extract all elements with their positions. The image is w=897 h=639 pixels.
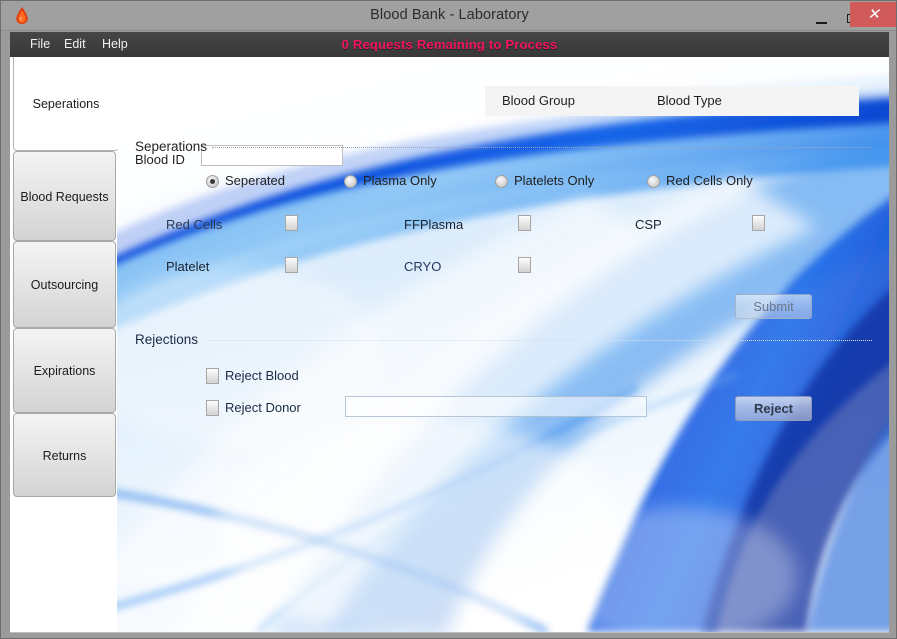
csp-label: CSP [635,217,662,232]
blood-group-column-header: Blood Group [502,93,575,108]
sidebar-item-outsourcing[interactable]: Outsourcing [13,241,116,328]
menu-item-edit[interactable]: Edit [56,32,94,57]
checkbox-cryo[interactable] [518,257,531,273]
submit-button[interactable]: Submit [735,294,812,319]
sidebar-item-expirations[interactable]: Expirations [13,328,116,413]
checkbox-red-cells[interactable] [285,215,298,231]
requests-remaining-banner: 0 Requests Remaining to Process [341,37,558,52]
sidebar-item-label: Outsourcing [30,278,99,292]
radio-unselected-icon [647,175,660,188]
radio-selected-icon [206,175,219,188]
radio-label: Red Cells Only [666,173,753,188]
window-title: Blood Bank - Laboratory [370,7,529,23]
radio-unselected-icon [495,175,508,188]
sidebar-item-label: Returns [42,449,87,463]
radio-label: Plasma Only [363,173,437,188]
minimize-icon [816,21,827,24]
platelet-label: Platelet [166,259,210,274]
sidebar-item-label: Expirations [33,364,96,378]
blood-id-label: Blood ID [135,152,185,167]
rejections-group-divider [209,340,872,341]
close-button[interactable]: ✕ [850,2,896,27]
menu-bar: File Edit Help 0 Requests Remaining to P… [10,32,889,57]
sidebar-item-label: Blood Requests [20,190,109,204]
minimize-button[interactable] [806,2,837,27]
red-cells-label: Red Cells [166,217,223,232]
sidebar-tab-strip: Seperations Blood Requests Outsourcing E… [10,57,119,633]
checkbox-label: Reject Blood [225,368,299,383]
checkbox-ffplasma[interactable] [518,215,531,231]
sidebar-item-label: Seperations [32,97,100,111]
seperations-panel: Blood ID Blood Group Blood Type Seperati… [117,57,889,633]
application-window: Blood Bank - Laboratory ✕ File Edit Help… [0,0,897,639]
sidebar-item-seperations[interactable]: Seperations [13,57,119,151]
blood-type-column-header: Blood Type [657,93,722,108]
checkbox-unchecked-icon [206,368,219,384]
background-wallpaper-image [117,57,889,632]
reject-reason-input[interactable] [345,396,647,417]
title-bar: Blood Bank - Laboratory ✕ [1,1,896,31]
rejections-group-header: Rejections [135,332,199,347]
checkbox-label: Reject Donor [225,400,301,415]
blood-id-input[interactable] [201,145,343,166]
radio-label: Platelets Only [514,173,595,188]
blood-info-header-panel: Blood Group Blood Type [485,86,859,116]
seperations-group-header: Seperations [135,139,208,154]
sidebar-item-blood-requests[interactable]: Blood Requests [13,151,116,241]
radio-unselected-icon [344,175,357,188]
radio-label: Seperated [225,173,285,188]
cryo-label: CRYO [404,259,442,274]
checkbox-csp[interactable] [752,215,765,231]
ffplasma-label: FFPlasma [404,217,464,232]
sidebar-item-returns[interactable]: Returns [13,413,116,497]
close-icon: ✕ [867,6,880,23]
checkbox-unchecked-icon [206,400,219,416]
menu-item-help[interactable]: Help [94,32,136,57]
seperations-group-divider [212,147,872,148]
checkbox-platelet[interactable] [285,257,298,273]
reject-button[interactable]: Reject [735,396,812,421]
menu-item-file[interactable]: File [22,32,58,57]
